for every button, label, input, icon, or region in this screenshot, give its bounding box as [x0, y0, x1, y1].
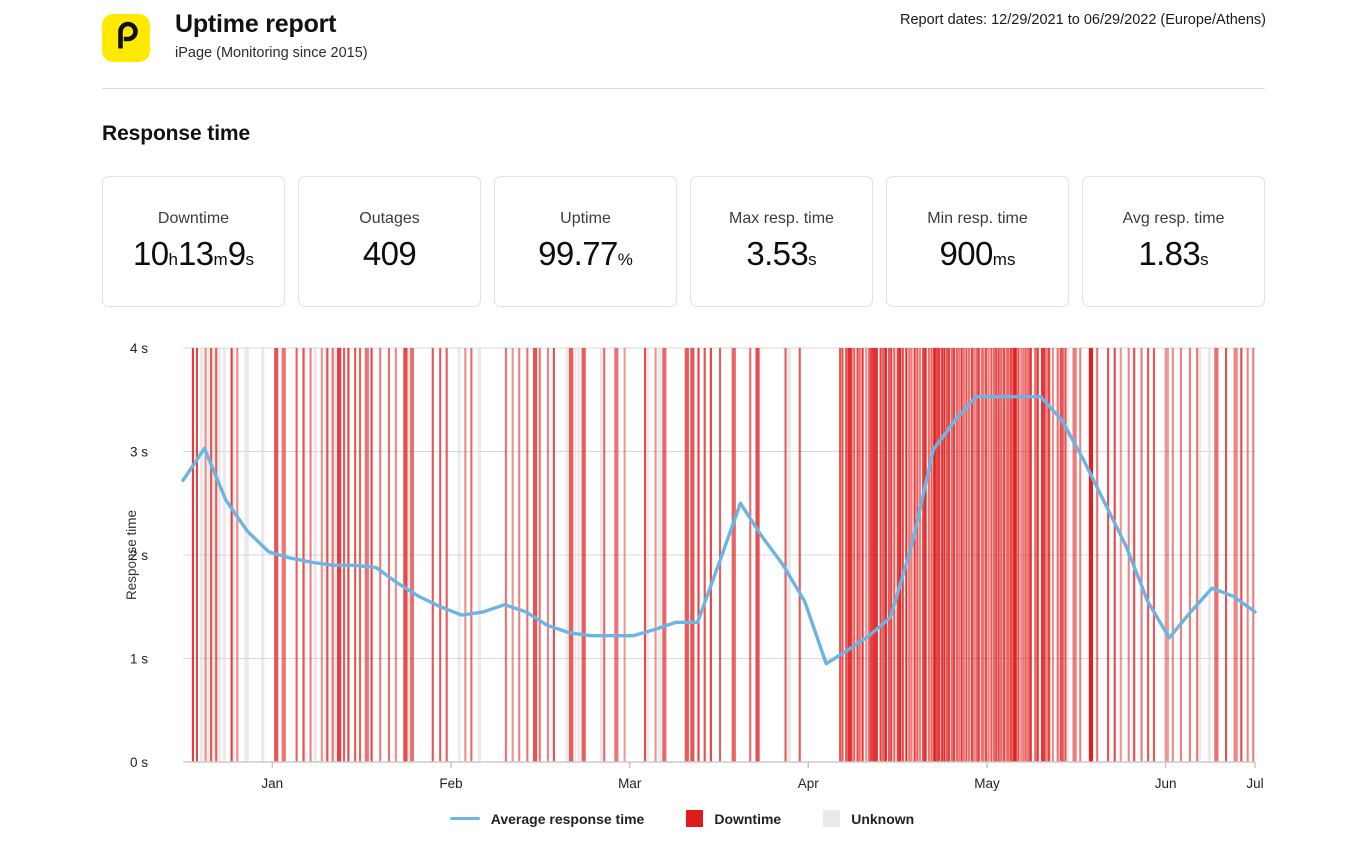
svg-text:Jul: Jul — [1246, 776, 1263, 791]
section-title-response-time: Response time — [102, 122, 251, 145]
stat-value-number: 900 — [939, 234, 994, 272]
svg-text:Apr: Apr — [798, 776, 820, 791]
stat-cards: Downtime 10 h 13 m 9 s Outages 409 Uptime 99.… — [102, 176, 1265, 307]
response-time-chart: Response time 0 s1 s2 s3 s4 s Jan Feb Mar Apr… — [0, 325, 1364, 805]
page-title: Uptime report — [175, 10, 337, 38]
svg-text:4 s: 4 s — [130, 341, 148, 356]
legend-label: Unknown — [851, 810, 915, 827]
unknown-swatch-icon — [823, 810, 841, 827]
x-axis: Jan Feb Mar Apr May Jun Jul — [183, 761, 1264, 791]
stat-label: Min resp. time — [927, 209, 1028, 227]
stat-unit-minutes: m — [213, 249, 228, 269]
legend-item-downtime[interactable]: Downtime — [686, 810, 781, 827]
stat-card-min-resp-time: Min resp. time 900 ms — [886, 176, 1069, 307]
svg-text:May: May — [974, 776, 1000, 791]
stat-unit: % — [617, 249, 633, 269]
y-axis-ticks: 0 s 1 s 2 s 3 s 4 s — [130, 341, 148, 770]
stat-label: Max resp. time — [729, 209, 834, 227]
stat-unit: s — [808, 249, 817, 269]
stat-value: 1.83 s — [1138, 237, 1208, 270]
legend-item-unknown[interactable]: Unknown — [823, 810, 914, 827]
stat-card-outages: Outages 409 — [298, 176, 481, 307]
report-dates: Report dates: 12/29/2021 to 06/29/2022 (… — [900, 12, 1266, 28]
legend-label: Downtime — [714, 810, 782, 827]
svg-text:Jun: Jun — [1155, 776, 1177, 791]
svg-text:3 s: 3 s — [130, 445, 148, 460]
stat-card-avg-resp-time: Avg resp. time 1.83 s — [1082, 176, 1265, 307]
stat-label: Uptime — [560, 209, 611, 227]
uptime-report-page: Uptime report iPage (Monitoring since 20… — [0, 0, 1364, 850]
report-header: Uptime report iPage (Monitoring since 20… — [0, 0, 1364, 90]
stat-unit: s — [1200, 249, 1209, 269]
legend-item-average-response-time[interactable]: Average response time — [449, 810, 645, 827]
stat-value: 3.53 s — [746, 237, 816, 270]
stat-value: 99.77% — [538, 237, 633, 270]
pingdom-logo-icon — [102, 14, 150, 62]
stat-value-number: 409 — [362, 234, 417, 272]
svg-text:Mar: Mar — [618, 776, 642, 791]
stat-unit: ms — [992, 249, 1016, 269]
stat-unit-hours: h — [168, 249, 179, 269]
title-block: Uptime report iPage (Monitoring since 20… — [175, 8, 368, 63]
stat-value: 10 h 13 m 9 s — [133, 237, 254, 270]
svg-text:0 s: 0 s — [130, 755, 148, 770]
chart-legend: Average response time Downtime Unknown — [0, 810, 1364, 827]
header-divider — [102, 88, 1265, 89]
stat-value-seconds: 9 — [227, 234, 246, 272]
svg-text:1 s: 1 s — [130, 652, 148, 667]
stat-unit-seconds: s — [245, 249, 254, 269]
svg-text:Feb: Feb — [439, 776, 462, 791]
stat-label: Outages — [359, 209, 420, 227]
stat-value-hours: 10 — [133, 234, 169, 272]
legend-label: Average response time — [490, 810, 645, 827]
stat-value: 900 ms — [940, 237, 1016, 270]
stat-value-number: 3.53 — [746, 234, 809, 272]
stat-value-number: 99.77 — [538, 234, 618, 272]
line-swatch-icon — [449, 816, 480, 821]
downtime-swatch-icon — [686, 810, 704, 827]
svg-text:2 s: 2 s — [130, 548, 148, 563]
stat-value: 409 — [362, 234, 417, 272]
stat-value-minutes: 13 — [178, 234, 214, 272]
stat-value-number: 1.83 — [1138, 234, 1201, 272]
stat-card-max-resp-time: Max resp. time 3.53 s — [690, 176, 873, 307]
stat-label: Downtime — [157, 209, 230, 227]
stat-card-downtime: Downtime 10 h 13 m 9 s — [102, 176, 285, 307]
response-time-chart-svg: Response time0 s1 s2 s3 s4 sJan Feb Mar Apr… — [124, 341, 1264, 791]
monitor-subtitle: iPage (Monitoring since 2015) — [175, 45, 368, 61]
stat-card-uptime: Uptime 99.77% — [494, 176, 677, 307]
stat-label: Avg resp. time — [1122, 209, 1225, 227]
svg-text:Jan: Jan — [261, 776, 283, 791]
